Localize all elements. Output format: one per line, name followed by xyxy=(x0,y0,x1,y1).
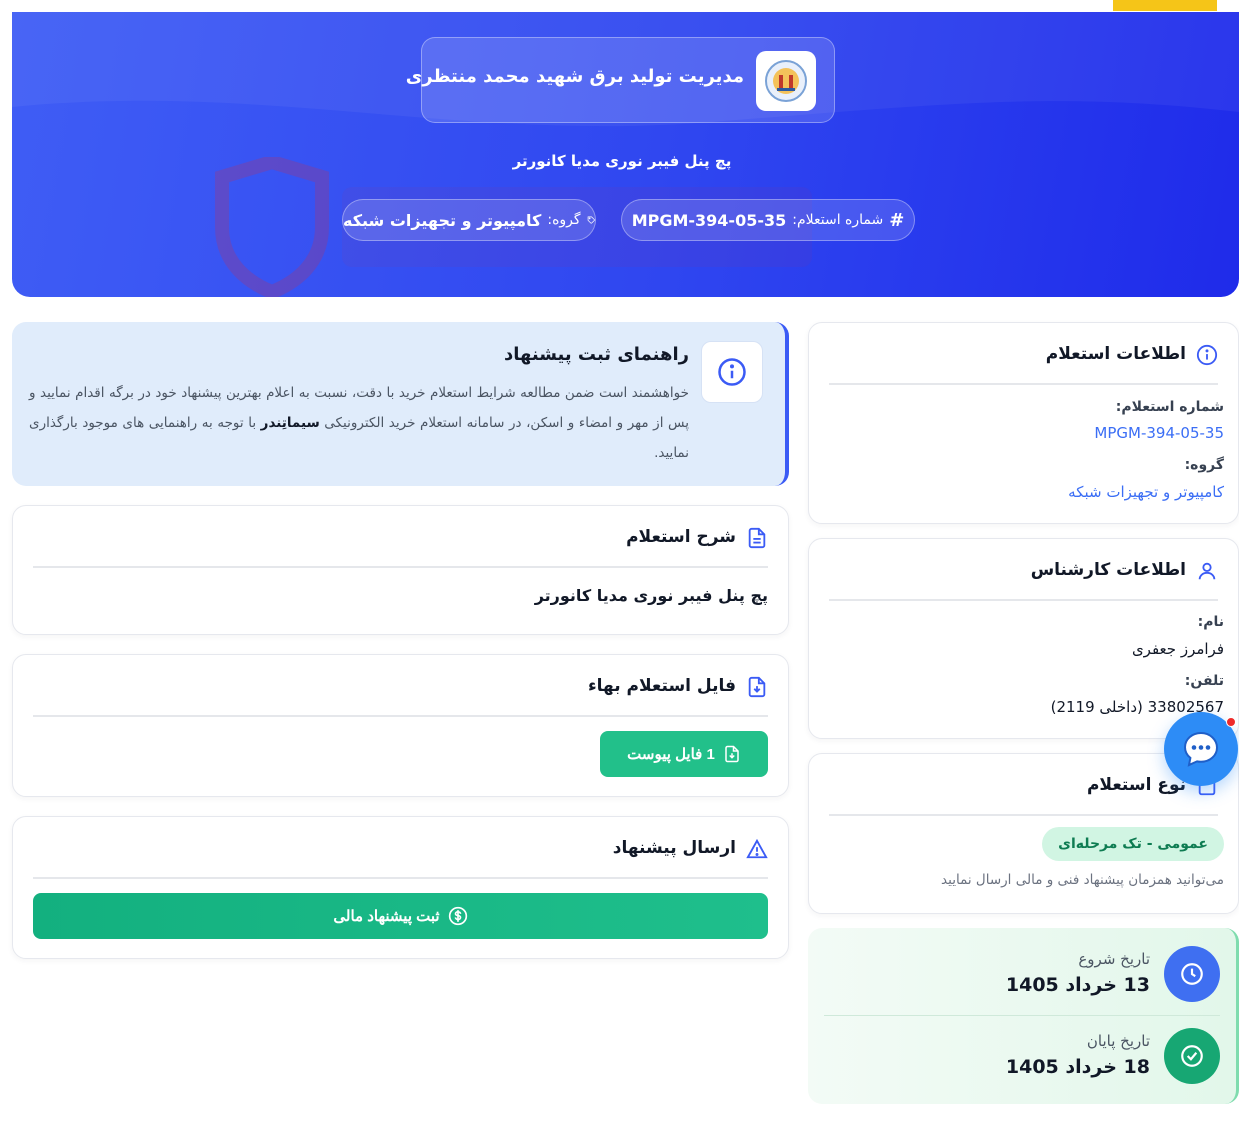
user-icon xyxy=(1198,562,1216,580)
inquiry-info-header: اطلاعات استعلام xyxy=(829,341,1218,385)
attachment-button-label: 1 فایل پیوست xyxy=(627,746,715,763)
guide-icon-box xyxy=(701,341,763,403)
expert-info-card: اطلاعات کارشناس نام: فرامرز جعفری تلفن: … xyxy=(808,538,1239,739)
guide-title: راهنمای ثبت پیشنهاد xyxy=(503,344,689,365)
inquiry-group-chip: گروه: کامپیوتر و تجهیزات شبکه xyxy=(342,199,596,241)
file-header: فایل استعلام بهاء xyxy=(33,673,768,717)
file-download-icon xyxy=(725,745,739,763)
expert-name-value: فرامرز جعفری xyxy=(1131,640,1224,658)
hash-icon: # xyxy=(889,209,905,231)
top-accent-bar xyxy=(1113,0,1217,11)
send-title: ارسال پیشنهاد xyxy=(612,838,736,858)
end-date-label: تاریخ پایان xyxy=(1086,1032,1150,1050)
tag-icon xyxy=(587,216,595,224)
expert-info-header: اطلاعات کارشناس xyxy=(829,557,1218,601)
inquiry-type-title: نوع استعلام xyxy=(1086,775,1186,795)
attachment-button[interactable]: 1 فایل پیوست xyxy=(600,731,768,777)
expert-phone-label: تلفن: xyxy=(1184,673,1224,689)
check-circle-icon xyxy=(1181,1045,1203,1067)
group-field-value[interactable]: کامپیوتر و تجهیزات شبکه xyxy=(1068,483,1224,501)
inquiry-number-value: MPGM-394-05-35 xyxy=(631,210,787,230)
organization-card: مدیریت تولید برق شهید محمد منتظری xyxy=(405,37,835,123)
inquiry-type-header: نوع استعلام xyxy=(829,772,1218,816)
submit-financial-proposal-label: ثبت پیشنهاد مالی xyxy=(333,908,440,925)
dollar-icon xyxy=(448,906,467,926)
inquiry-number-field-value[interactable]: MPGM-394-05-35 xyxy=(1094,424,1224,442)
file-download-icon xyxy=(748,676,766,698)
end-date-row: تاریخ پایان 18 خرداد 1405 xyxy=(824,1026,1220,1096)
description-title: شرح استعلام xyxy=(626,527,736,547)
guide-text: خواهشمند است ضمن مطالعه شرایط استعلام خر… xyxy=(29,378,689,468)
end-date-badge xyxy=(1164,1028,1220,1084)
inquiry-info-card: اطلاعات استعلام شماره استعلام: MPGM-394-… xyxy=(808,322,1239,524)
description-body: پچ پنل فیبر نوری مدیا کانورتر xyxy=(534,586,768,605)
chat-icon xyxy=(1183,731,1219,767)
inquiry-info-title: اطلاعات استعلام xyxy=(1045,344,1186,364)
inquiry-type-badge: عمومی - تک مرحله‌ای xyxy=(1042,827,1224,861)
send-proposal-card: ارسال پیشنهاد ثبت پیشنهاد مالی xyxy=(12,816,789,959)
chat-button[interactable] xyxy=(1164,712,1238,786)
send-header: ارسال پیشنهاد xyxy=(33,835,768,879)
clock-icon xyxy=(1181,963,1203,985)
inquiry-description-card: شرح استعلام پچ پنل فیبر نوری مدیا کانورت… xyxy=(12,505,789,635)
inquiry-subject: پچ پنل فیبر نوری مدیا کانورتر xyxy=(512,152,732,170)
submission-guide: راهنمای ثبت پیشنهاد خواهشمند است ضمن مطا… xyxy=(12,322,789,486)
file-title: فایل استعلام بهاء xyxy=(587,676,736,696)
inquiry-type-card: نوع استعلام عمومی - تک مرحله‌ای می‌توانی… xyxy=(808,753,1239,914)
end-date-value: 18 خرداد 1405 xyxy=(1005,1056,1150,1078)
warning-icon xyxy=(746,838,768,859)
inquiry-group-value: کامپیوتر و تجهیزات شبکه xyxy=(343,210,542,230)
group-field-label: گروه: xyxy=(1184,457,1224,473)
inquiry-number-field-label: شماره استعلام: xyxy=(1115,399,1224,415)
info-icon xyxy=(1196,344,1218,366)
hero-header: مدیریت تولید برق شهید محمد منتظری پچ پنل… xyxy=(12,12,1239,297)
description-header: شرح استعلام xyxy=(33,524,768,568)
submit-financial-proposal-button[interactable]: ثبت پیشنهاد مالی xyxy=(33,893,768,939)
document-icon xyxy=(748,527,766,549)
inquiry-number-chip: # شماره استعلام: MPGM-394-05-35 xyxy=(621,199,915,241)
price-inquiry-file-card: فایل استعلام بهاء 1 فایل پیوست xyxy=(12,654,789,797)
start-date-label: تاریخ شروع xyxy=(1078,950,1150,968)
info-icon xyxy=(718,358,746,386)
expert-info-title: اطلاعات کارشناس xyxy=(1030,560,1186,580)
inquiry-group-label: گروه: xyxy=(547,212,581,228)
organization-name: مدیریت تولید برق شهید محمد منتظری xyxy=(405,66,744,87)
organization-logo xyxy=(756,51,816,111)
expert-name-label: نام: xyxy=(1197,614,1224,630)
guide-brand: سیماتِندر xyxy=(260,415,320,431)
start-date-value: 13 خرداد 1405 xyxy=(1005,974,1150,996)
inquiry-number-label: شماره استعلام: xyxy=(792,212,884,228)
start-date-badge xyxy=(1164,946,1220,1002)
dates-card: تاریخ شروع 13 خرداد 1405 تاریخ پایان 18 … xyxy=(808,928,1239,1104)
chat-notification-dot xyxy=(1226,717,1236,727)
inquiry-type-note: می‌توانید همزمان پیشنهاد فنی و مالی ارسا… xyxy=(941,872,1224,888)
start-date-row: تاریخ شروع 13 خرداد 1405 xyxy=(824,944,1220,1016)
